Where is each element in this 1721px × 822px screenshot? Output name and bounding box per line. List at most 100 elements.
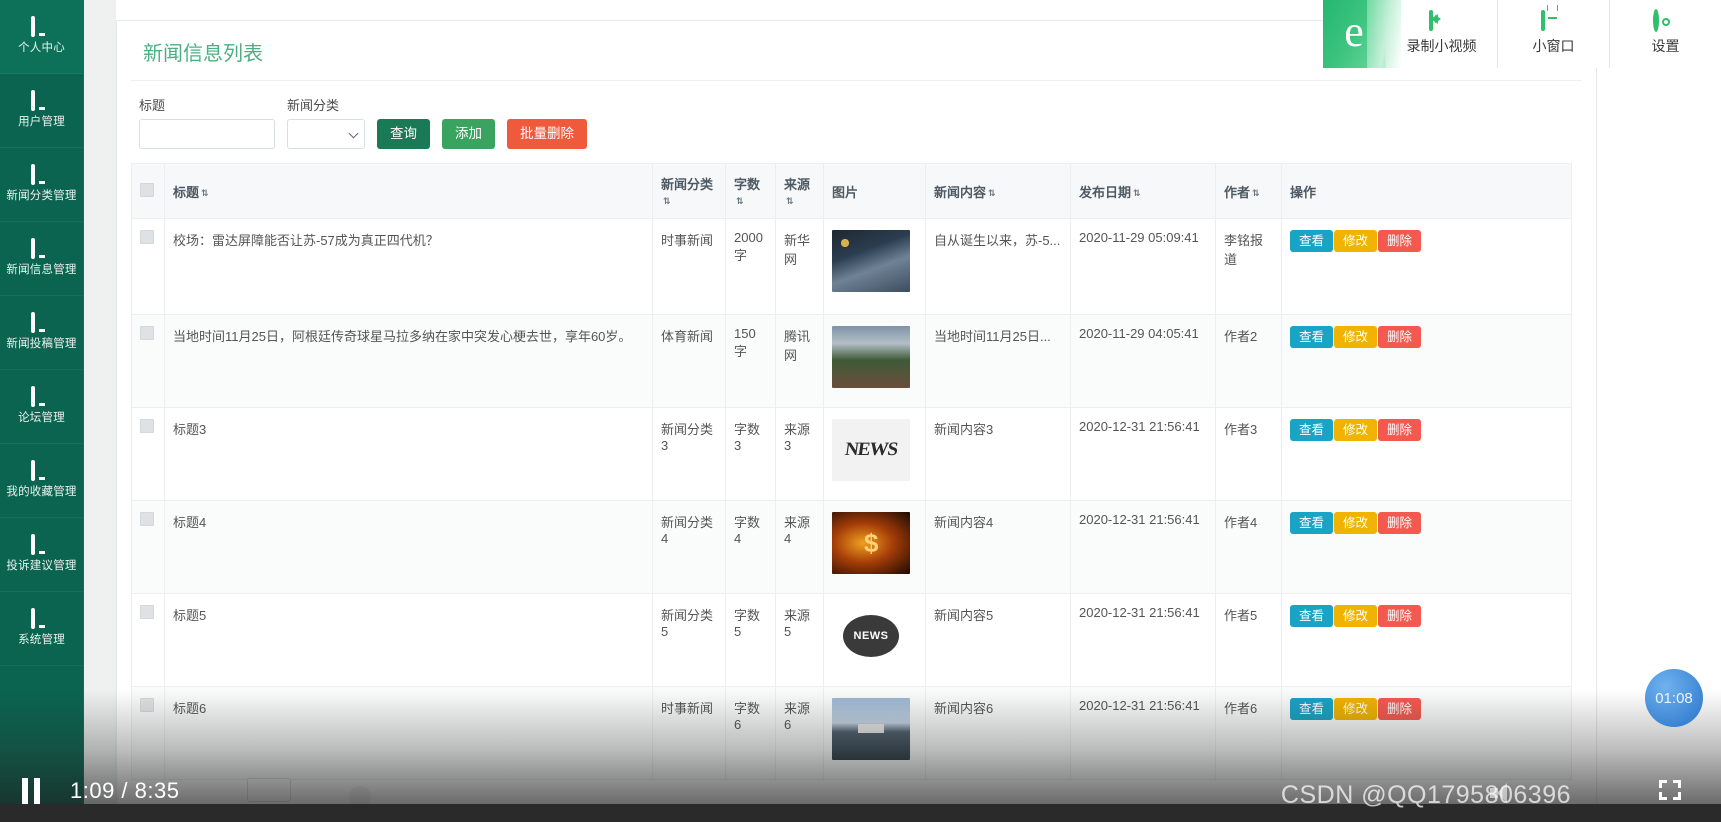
- news-table: 标题 ⇅ 新闻分类⇅ 字数⇅ 来源⇅ 图片 新闻内容 ⇅ 发布日期 ⇅ 作者 ⇅ 操作 校场：雷达屏障能…: [131, 163, 1572, 780]
- fullscreen-icon[interactable]: [1659, 780, 1681, 800]
- category-field-group: 新闻分类: [287, 95, 365, 149]
- sort-icon[interactable]: ⇅: [1252, 188, 1260, 199]
- cell-publish-date: 2020-12-31 21:56:41: [1070, 407, 1216, 501]
- sidebar: 个人中心 用户管理 新闻分类管理新闻信息管理 新闻投稿管理论坛管理 我的收藏管理 投诉建议…: [0, 0, 84, 822]
- edit-button[interactable]: 修改: [1334, 230, 1378, 252]
- toolbar-record-video[interactable]: 录制小视频: [1385, 0, 1497, 68]
- row-checkbox[interactable]: [140, 419, 154, 433]
- view-button[interactable]: 查看: [1290, 512, 1334, 534]
- edit-button[interactable]: 修改: [1334, 698, 1378, 720]
- cell-image: [823, 500, 926, 594]
- select-all-checkbox[interactable]: [140, 182, 154, 197]
- column-header-category[interactable]: 新闻分类 ⇅: [652, 163, 726, 219]
- toolbar-mini-window[interactable]: 小窗口: [1497, 0, 1609, 68]
- view-button[interactable]: 查看: [1290, 230, 1334, 252]
- dollar-fire-thumbnail[interactable]: [832, 512, 910, 574]
- category-field-label: 新闻分类: [287, 98, 340, 113]
- column-header-source[interactable]: 来源 ⇅: [775, 163, 824, 219]
- sort-icon[interactable]: ⇅: [663, 196, 671, 207]
- edit-button[interactable]: 修改: [1334, 605, 1378, 627]
- column-header-publish_date[interactable]: 发布日期 ⇅: [1070, 163, 1216, 219]
- cell-actions: 查看 修改 删除: [1281, 500, 1572, 594]
- add-button[interactable]: 添加: [442, 119, 495, 149]
- sort-icon[interactable]: ⇅: [786, 196, 794, 207]
- column-header-label: 字数: [734, 177, 761, 192]
- news-newspaper-thumbnail[interactable]: [832, 419, 910, 481]
- cell-words: 字数4: [725, 500, 776, 594]
- sidebar-item-2[interactable]: 新闻分类管理: [0, 148, 83, 222]
- pause-icon[interactable]: [22, 778, 48, 804]
- query-button[interactable]: 查询: [377, 119, 430, 149]
- video-bottom-strip: [0, 804, 1721, 822]
- sort-icon[interactable]: ⇅: [1133, 188, 1141, 199]
- sidebar-item-label: 系统管理: [18, 634, 65, 646]
- cell-author: 作者3: [1215, 407, 1282, 501]
- sort-icon[interactable]: ⇅: [736, 196, 744, 207]
- column-header-label: 新闻分类: [661, 177, 714, 192]
- search-title-input[interactable]: [139, 119, 275, 149]
- column-header-title[interactable]: 标题 ⇅: [164, 163, 653, 219]
- sidebar-item-0[interactable]: 个人中心: [0, 0, 83, 74]
- fighter-jet-thumbnail[interactable]: [832, 230, 910, 292]
- sidebar-item-label: 新闻投稿管理: [6, 338, 77, 350]
- row-checkbox[interactable]: [140, 230, 154, 244]
- delete-button[interactable]: 删除: [1378, 698, 1422, 720]
- column-header-words[interactable]: 字数 ⇅: [725, 163, 776, 219]
- delete-button[interactable]: 删除: [1378, 605, 1422, 627]
- naval-ship-thumbnail[interactable]: [832, 698, 910, 760]
- cell-actions: 查看 修改 删除: [1281, 593, 1572, 687]
- category-select-wrap: [287, 119, 365, 149]
- sidebar-item-8[interactable]: 系统管理: [0, 592, 83, 666]
- sidebar-item-6[interactable]: 我的收藏管理: [0, 444, 83, 518]
- cell-category: 新闻分类4: [652, 500, 726, 594]
- cell-actions: 查看 修改 删除: [1281, 218, 1572, 315]
- edit-button[interactable]: 修改: [1334, 326, 1378, 348]
- column-header-label: 操作: [1290, 184, 1317, 200]
- view-button[interactable]: 查看: [1290, 419, 1334, 441]
- search-category-select[interactable]: [287, 119, 365, 149]
- cell-author: 作者5: [1215, 593, 1282, 687]
- cell-image: [823, 407, 926, 501]
- column-header-content[interactable]: 新闻内容 ⇅: [925, 163, 1071, 219]
- cell-publish-date: 2020-12-31 21:56:41: [1070, 500, 1216, 594]
- sidebar-item-5[interactable]: 论坛管理: [0, 370, 83, 444]
- sort-icon[interactable]: ⇅: [988, 188, 996, 199]
- news-globe-badge-thumbnail[interactable]: [832, 605, 910, 667]
- edit-button[interactable]: 修改: [1334, 419, 1378, 441]
- batch-delete-button[interactable]: 批量删除: [507, 119, 587, 149]
- table-row: 校场：雷达屏障能否让苏-57成为真正四代机？ 时事新闻 2000字 新华网 自从诞生以来…: [131, 218, 1572, 315]
- content-panel: 新闻信息列表 标题 新闻分类 查询 添加 批量删除 标题 ⇅ 新闻分类⇅ 字数⇅…: [116, 20, 1597, 822]
- cell-publish-date: 2020-11-29 05:09:41: [1070, 218, 1216, 315]
- sidebar-item-label: 新闻信息管理: [6, 264, 77, 276]
- view-button[interactable]: 查看: [1290, 326, 1334, 348]
- delete-button[interactable]: 删除: [1378, 326, 1422, 348]
- view-button[interactable]: 查看: [1290, 605, 1334, 627]
- table-row: 标题5新闻分类5字数5来源5 新闻内容52020-12-31 21:56:41作者…: [131, 593, 1572, 687]
- column-header-author[interactable]: 作者 ⇅: [1215, 163, 1282, 219]
- column-header-label: 标题: [173, 184, 200, 200]
- row-checkbox[interactable]: [140, 512, 154, 526]
- app-root: 个人中心 用户管理 新闻分类管理新闻信息管理 新闻投稿管理论坛管理 我的收藏管理 投诉建议…: [0, 0, 1721, 822]
- sidebar-item-7[interactable]: 投诉建议管理: [0, 518, 83, 592]
- row-checkbox[interactable]: [140, 326, 154, 340]
- toolbar-settings[interactable]: 设置: [1609, 0, 1721, 68]
- cell-content: 当地时间11月25日...: [925, 314, 1071, 408]
- volume-icon[interactable]: [1490, 782, 1516, 804]
- delete-button[interactable]: 删除: [1378, 230, 1422, 252]
- sidebar-item-4[interactable]: 新闻投稿管理: [0, 296, 83, 370]
- row-checkbox[interactable]: [140, 605, 154, 619]
- stadium-celebration-thumbnail[interactable]: [832, 326, 910, 388]
- delete-button[interactable]: 删除: [1378, 512, 1422, 534]
- delete-button[interactable]: 删除: [1378, 419, 1422, 441]
- edit-button[interactable]: 修改: [1334, 512, 1378, 534]
- monitor-icon: [30, 16, 53, 37]
- sort-icon[interactable]: ⇅: [201, 188, 209, 199]
- sidebar-item-3[interactable]: 新闻信息管理: [0, 222, 83, 296]
- sidebar-gutter: [84, 0, 116, 822]
- view-button[interactable]: 查看: [1290, 698, 1334, 720]
- row-checkbox[interactable]: [140, 698, 154, 712]
- column-header-image: 图片: [823, 163, 926, 219]
- sidebar-item-1[interactable]: 用户管理: [0, 74, 83, 148]
- video-time-bubble[interactable]: 01:08: [1645, 669, 1703, 727]
- cell-image: [823, 314, 926, 408]
